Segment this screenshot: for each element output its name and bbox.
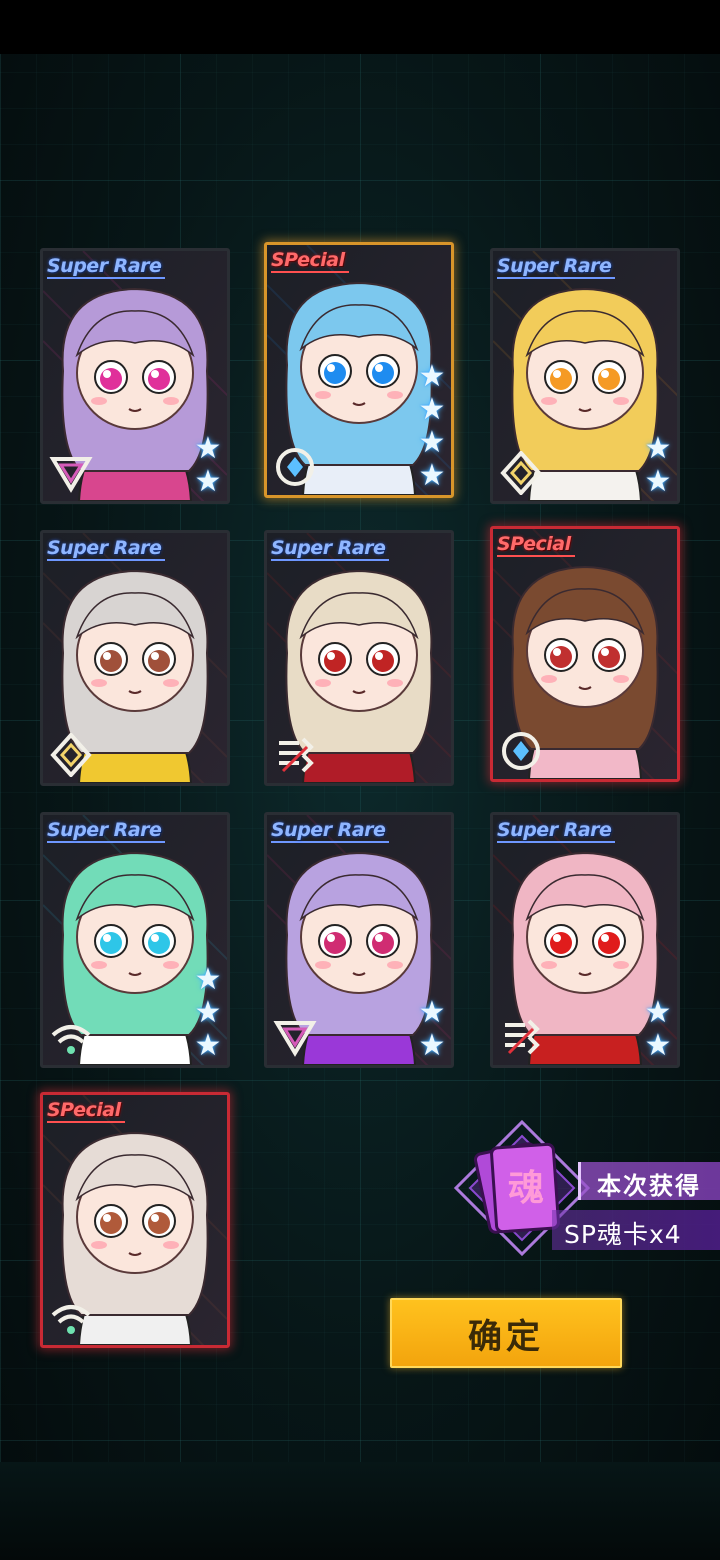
star-icon: ★ <box>644 464 672 499</box>
reward-title: 本次获得 <box>597 1172 701 1200</box>
soul-char: 魂 <box>508 1168 544 1209</box>
star-icon: ★ <box>418 392 446 427</box>
confirm-button[interactable]: 确定 <box>390 1298 622 1368</box>
character-card[interactable]: Super Rare ★ ★ <box>490 248 680 504</box>
rarity-label: SPecial <box>271 249 349 273</box>
star-rating: ★ ★ ★ ★ <box>417 362 447 491</box>
reward-value-bar: SP魂卡x4 <box>552 1210 720 1250</box>
rarity-label: Super Rare <box>497 819 616 843</box>
rarity-label: Super Rare <box>47 255 166 279</box>
rarity-label: Super Rare <box>271 537 390 561</box>
rarity-label: Super Rare <box>271 819 390 843</box>
character-card[interactable]: Super Rare ★ ★ <box>490 812 680 1068</box>
rarity-label: Super Rare <box>47 537 166 561</box>
character-card[interactable]: SPecial <box>490 526 680 782</box>
class-diamond-icon <box>49 732 93 778</box>
class-circle-icon <box>273 445 317 489</box>
star-icon: ★ <box>194 464 222 499</box>
star-icon: ★ <box>418 1028 446 1063</box>
star-rating: ★ ★ <box>643 998 673 1061</box>
star-rating: ★ ★ <box>643 434 673 497</box>
status-bar-area <box>0 0 720 54</box>
reward-title-bar: 本次获得 <box>578 1162 720 1200</box>
character-card[interactable]: SPecial ★ ★ ★ ★ <box>264 242 454 498</box>
character-card[interactable]: SPecial <box>40 1092 230 1348</box>
star-icon: ★ <box>644 431 672 466</box>
character-card[interactable]: Super Rare <box>264 530 454 786</box>
character-card[interactable]: Super Rare <box>40 530 230 786</box>
star-icon: ★ <box>194 1028 222 1063</box>
bottom-area <box>0 1462 720 1560</box>
star-icon: ★ <box>418 995 446 1030</box>
rarity-label: SPecial <box>47 1099 125 1123</box>
rarity-label: SPecial <box>497 533 575 557</box>
gacha-result-screen: Super Rare ★ ★ SPecial ★ ★ ★ ★ Super Rar… <box>0 0 720 1560</box>
star-icon: ★ <box>418 359 446 394</box>
character-card[interactable]: Super Rare ★ ★ <box>264 812 454 1068</box>
character-card[interactable]: Super Rare ★ ★ <box>40 248 230 504</box>
star-icon: ★ <box>194 431 222 466</box>
star-icon: ★ <box>194 962 222 997</box>
class-slash-icon <box>273 733 317 777</box>
class-slash-icon <box>499 1015 543 1059</box>
star-icon: ★ <box>644 995 672 1030</box>
star-rating: ★ ★ ★ <box>193 965 223 1061</box>
class-triangle-icon <box>273 1015 317 1059</box>
class-wifi-icon <box>49 1295 93 1339</box>
star-icon: ★ <box>194 995 222 1030</box>
class-wifi-icon <box>49 1015 93 1059</box>
class-triangle-icon <box>49 451 93 495</box>
star-rating: ★ ★ <box>417 998 447 1061</box>
star-icon: ★ <box>418 425 446 460</box>
reward-value: SP魂卡x4 <box>564 1220 682 1249</box>
star-icon: ★ <box>644 1028 672 1063</box>
class-circle-icon <box>499 729 543 773</box>
star-icon: ★ <box>418 458 446 493</box>
star-rating: ★ ★ <box>193 434 223 497</box>
rarity-label: Super Rare <box>497 255 616 279</box>
character-card[interactable]: Super Rare ★ ★ ★ <box>40 812 230 1068</box>
rarity-label: Super Rare <box>47 819 166 843</box>
class-diamond-icon <box>499 450 543 496</box>
reward-panel: 魂 本次获得 SP魂卡x4 <box>452 1118 720 1268</box>
